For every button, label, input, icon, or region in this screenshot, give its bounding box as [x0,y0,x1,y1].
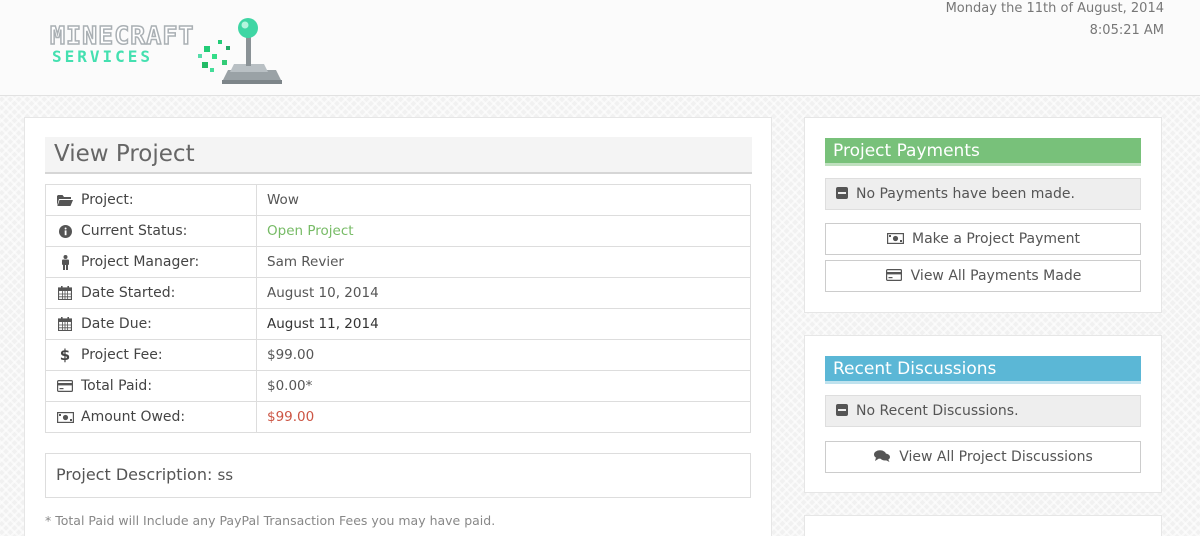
project-manager-value: Sam Revier [256,246,751,278]
discussions-header: Recent Discussions [825,356,1141,384]
table-row: $ Project Fee: $99.00 [45,339,751,371]
credit-card-icon [885,269,903,281]
total-paid-footnote: * Total Paid will Include any PayPal Tra… [45,513,496,528]
folder-open-icon [56,194,74,207]
total-paid-value: $0.00* [256,370,751,402]
additional-panel [804,515,1162,536]
calendar-icon [56,286,74,300]
project-name-value: Wow [256,184,751,216]
project-details-panel: View Project Project: Wow Current Status… [24,117,772,536]
comments-icon [873,450,891,462]
make-payment-button[interactable]: Make a Project Payment [825,223,1141,255]
table-row: Project: Wow [45,184,751,216]
payments-empty-text: No Payments have been made. [856,186,1075,202]
money-icon [886,233,904,244]
minus-square-icon [836,404,848,416]
page-title: View Project [54,141,195,167]
credit-card-icon [56,380,74,392]
table-row: Current Status: Open Project [45,215,751,247]
table-row: Total Paid: $0.00* [45,370,751,402]
row-label: Current Status: [81,223,188,239]
project-fee-value: $99.00 [256,339,751,371]
payments-header: Project Payments [825,138,1141,166]
user-icon [56,254,74,270]
project-payments-panel: Project Payments No Payments have been m… [804,117,1162,313]
view-discussions-button[interactable]: View All Project Discussions [825,441,1141,473]
make-payment-label: Make a Project Payment [912,231,1080,247]
view-payments-button[interactable]: View All Payments Made [825,260,1141,292]
row-label: Date Due: [81,316,152,332]
payments-empty-notice: No Payments have been made. [825,178,1141,210]
description-value: ss [217,466,234,484]
date-started-value: August 10, 2014 [256,277,751,309]
dollar-icon: $ [59,346,71,364]
row-label: Amount Owed: [81,409,186,425]
row-label: Project Manager: [81,254,200,270]
current-time: 8:05:21 AM [1089,23,1164,38]
discussions-empty-text: No Recent Discussions. [856,403,1019,419]
calendar-icon [56,317,74,331]
table-row: Project Manager: Sam Revier [45,246,751,278]
row-label: Date Started: [81,285,176,301]
project-info-table: Project: Wow Current Status: Open Projec… [45,184,751,433]
site-header: MINECRAFT SERVICES Monday the 11th of Au… [0,0,1200,96]
recent-discussions-panel: Recent Discussions No Recent Discussions… [804,335,1162,493]
table-row: Date Due: August 11, 2014 [45,308,751,340]
minus-square-icon [836,187,848,199]
money-icon [56,411,74,423]
view-discussions-label: View All Project Discussions [899,449,1093,465]
current-datetime: Monday the 11th of August, 2014 8:05:21 … [946,0,1164,42]
amount-owed-value: $99.00 [256,401,751,433]
page-title-bar: View Project [45,137,752,174]
logo-subtitle: SERVICES [52,47,154,66]
row-label: Project Fee: [81,347,163,363]
current-date: Monday the 11th of August, 2014 [945,1,1164,16]
table-row: Amount Owed: $99.00 [45,401,751,433]
project-description: Project Description: ss [45,453,751,498]
joystick-icon [198,18,282,84]
row-label: Project: [81,192,134,208]
date-due-value: August 11, 2014 [256,308,751,340]
discussions-empty-notice: No Recent Discussions. [825,395,1141,427]
view-payments-label: View All Payments Made [910,268,1082,284]
info-icon [56,224,74,238]
table-row: Date Started: August 10, 2014 [45,277,751,309]
description-label: Project Description: [56,465,213,484]
project-status-value: Open Project [256,215,751,247]
logo-title: MINECRAFT [49,20,195,51]
site-logo[interactable]: MINECRAFT SERVICES [48,16,284,86]
row-label: Total Paid: [81,378,153,394]
